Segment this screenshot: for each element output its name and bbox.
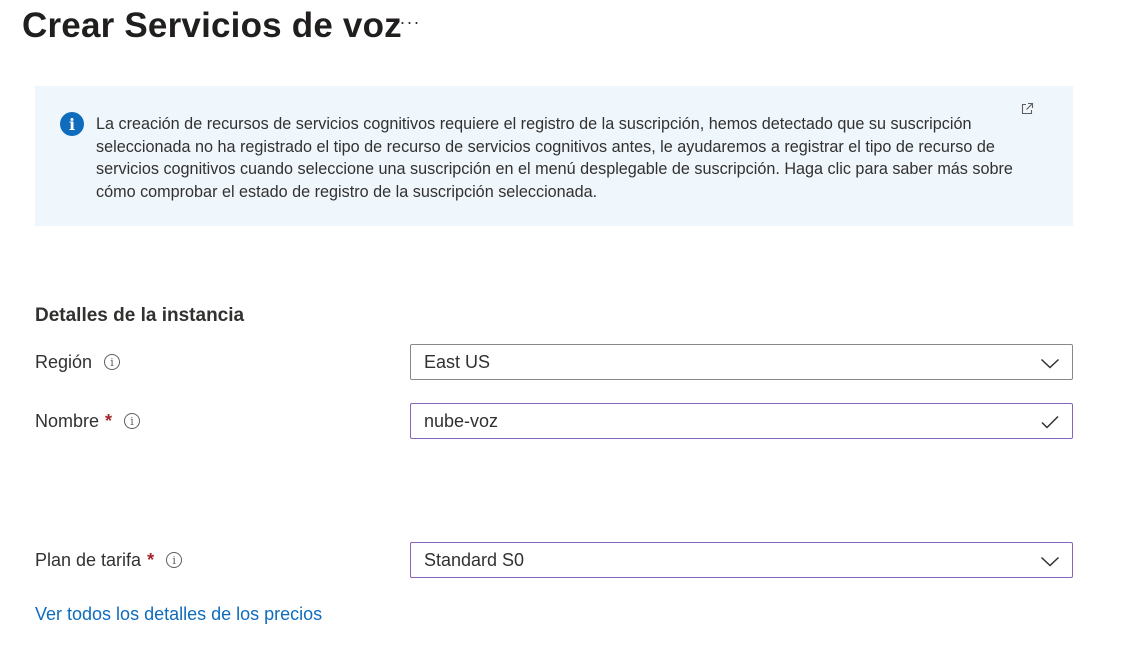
more-actions-button[interactable]: ··· bbox=[396, 0, 424, 44]
checkmark-icon bbox=[1041, 415, 1059, 429]
pricing-tier-dropdown[interactable]: Standard S0 bbox=[410, 542, 1073, 578]
chevron-down-icon bbox=[1040, 358, 1060, 369]
chevron-down-icon bbox=[1040, 556, 1060, 567]
pricing-tier-label-text: Plan de tarifa bbox=[35, 549, 142, 570]
pricing-tier-value: Standard S0 bbox=[424, 549, 525, 570]
name-label-text: Nombre bbox=[35, 410, 100, 431]
section-title-instance-details: Detalles de la instancia bbox=[35, 305, 245, 326]
region-value: East US bbox=[424, 351, 491, 372]
region-dropdown[interactable]: East US bbox=[410, 344, 1073, 380]
info-icon: i bbox=[60, 112, 84, 136]
external-link-icon[interactable] bbox=[1020, 102, 1034, 116]
region-label: Región i bbox=[35, 344, 121, 380]
page-header: Crear Servicios de voz bbox=[22, 4, 402, 48]
pricing-tier-help-icon[interactable]: i bbox=[166, 552, 183, 568]
name-label: Nombre * i bbox=[35, 403, 141, 439]
info-message: La creación de recursos de servicios cog… bbox=[96, 115, 1013, 201]
name-input[interactable]: nube-voz bbox=[410, 403, 1073, 439]
pricing-tier-label: Plan de tarifa * i bbox=[35, 542, 183, 578]
region-help-icon[interactable]: i bbox=[104, 354, 121, 370]
pricing-details-link[interactable]: Ver todos los detalles de los precios bbox=[35, 604, 322, 625]
page-title: Crear Servicios de voz bbox=[22, 6, 402, 45]
info-banner[interactable]: i La creación de recursos de servicios c… bbox=[35, 86, 1073, 226]
create-speech-service-page: Crear Servicios de voz ··· i La creación… bbox=[0, 0, 1121, 659]
region-label-text: Región bbox=[35, 351, 93, 372]
name-value: nube-voz bbox=[424, 410, 499, 431]
required-indicator: * bbox=[147, 549, 155, 570]
name-help-icon[interactable]: i bbox=[124, 413, 141, 429]
required-indicator: * bbox=[105, 410, 113, 431]
